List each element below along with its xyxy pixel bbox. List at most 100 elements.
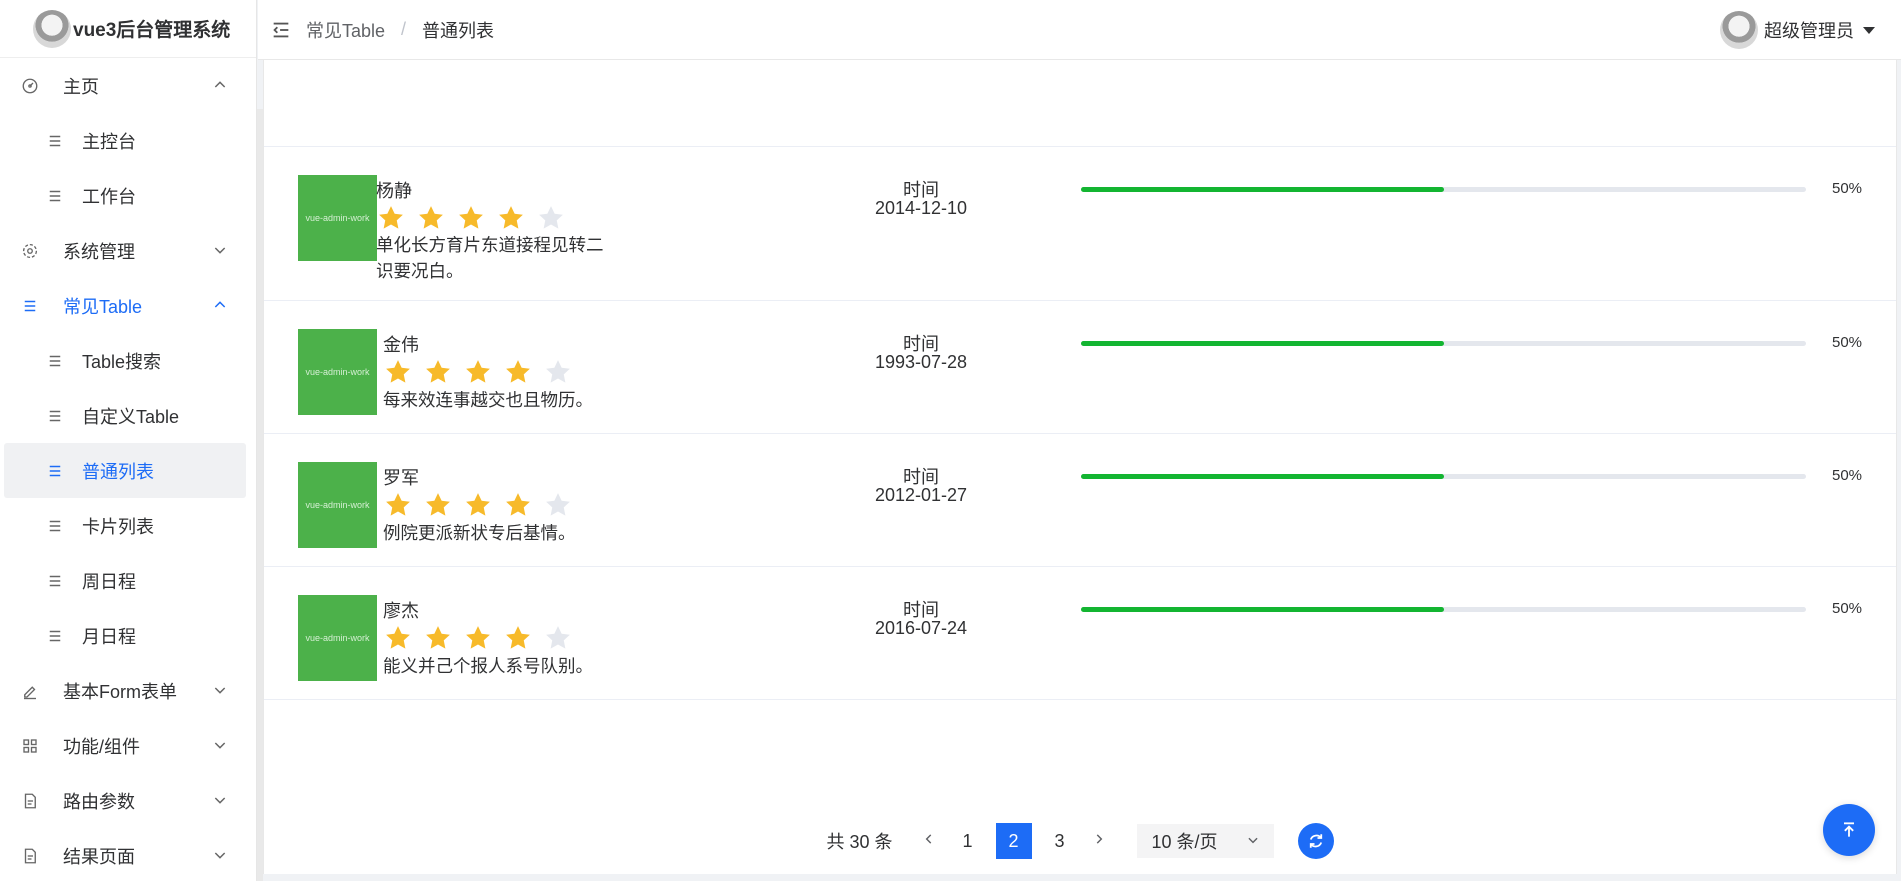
star-filled-icon[interactable] (456, 203, 486, 233)
sidebar: vue3后台管理系统 主页主控台工作台系统管理常见Table Table搜索自定义… (0, 0, 257, 881)
document-icon (20, 791, 40, 811)
list-icon (45, 461, 65, 481)
list: vue-admin-work 杨静 单化长方育片东道接程见转二识要况白。 时间 2014… (264, 147, 1896, 700)
item-description: 单化长方育片东道接程见转二识要况白。 (376, 235, 604, 281)
star-empty-icon[interactable] (543, 490, 573, 520)
star-filled-icon[interactable] (463, 357, 493, 387)
chevron-down-icon (214, 687, 226, 694)
sidebar-item-label: Table搜索 (82, 351, 162, 372)
progress-bar (1081, 187, 1806, 192)
sidebar-item-1[interactable]: 主控台 (0, 113, 256, 168)
star-filled-icon[interactable] (423, 357, 453, 387)
sidebar-group-12[interactable]: 功能/组件 (0, 718, 256, 773)
list-icon (45, 406, 65, 426)
rating[interactable] (383, 357, 583, 387)
header: 常见Table / 普通列表 超级管理员 (258, 0, 1901, 60)
time-value: 2012-01-27 (874, 485, 968, 505)
page-size-select[interactable]: 10 条/页 (1136, 824, 1274, 858)
sidebar-group-14[interactable]: 结果页面 (0, 828, 256, 881)
user-menu[interactable]: 超级管理员 (1720, 11, 1875, 49)
breadcrumb-separator: / (401, 19, 407, 39)
sidebar-item-9[interactable]: 周日程 (0, 553, 256, 608)
star-filled-icon[interactable] (503, 357, 533, 387)
list-icon (45, 131, 65, 151)
back-to-top-button[interactable] (1823, 804, 1875, 856)
arrow-up-icon (1844, 822, 1854, 837)
sidebar-group-4[interactable]: 常见Table (0, 278, 256, 333)
star-filled-icon[interactable] (416, 203, 446, 233)
gear-icon (20, 241, 40, 261)
sidebar-item-6[interactable]: 自定义Table (0, 388, 256, 443)
star-filled-icon[interactable] (383, 357, 413, 387)
dashboard-icon (20, 76, 40, 96)
list-item: vue-admin-work 杨静 单化长方育片东道接程见转二识要况白。 时间 2014… (264, 147, 1896, 301)
item-thumbnail: vue-admin-work (298, 329, 377, 415)
refresh-button[interactable] (1297, 823, 1334, 859)
sidebar-group-13[interactable]: 路由参数 (0, 773, 256, 828)
page-2-button[interactable]: 2 (995, 823, 1032, 859)
sidebar-item-label: 工作台 (82, 186, 136, 207)
sidebar-item-2[interactable]: 工作台 (0, 168, 256, 223)
progress-text: 50% (1832, 180, 1863, 197)
progress-bar (1081, 474, 1806, 479)
star-filled-icon[interactable] (423, 623, 453, 653)
progress-text: 50% (1832, 467, 1863, 484)
star-filled-icon[interactable] (463, 623, 493, 653)
star-filled-icon[interactable] (463, 490, 493, 520)
list-icon (45, 516, 65, 536)
star-empty-icon[interactable] (543, 357, 573, 387)
logo[interactable]: vue3后台管理系统 (0, 0, 256, 58)
progress-fill (1081, 341, 1444, 346)
rating[interactable] (383, 490, 583, 520)
sidebar-item-label: 主页 (63, 76, 99, 97)
time-value: 2016-07-24 (874, 618, 968, 638)
caret-down-icon (1863, 26, 1875, 34)
item-name: 杨静 (376, 181, 412, 201)
page-3-button[interactable]: 3 (1042, 823, 1078, 859)
app-title: vue3后台管理系统 (73, 20, 231, 41)
star-filled-icon[interactable] (383, 490, 413, 520)
sidebar-item-label: 常见Table (63, 296, 143, 317)
progress-bar (1081, 607, 1806, 612)
chevron-up-icon (214, 81, 226, 88)
list-card: vue-admin-work 杨静 单化长方育片东道接程见转二识要况白。 时间 2014… (263, 60, 1897, 874)
user-name: 超级管理员 (1764, 21, 1854, 41)
pagination-total: 共 30 条 (826, 832, 893, 852)
logo-avatar (33, 9, 71, 48)
star-filled-icon[interactable] (503, 623, 533, 653)
star-filled-icon[interactable] (383, 623, 413, 653)
chevron-up-icon (214, 301, 226, 308)
item-description: 每来效连事越交也且物历。 (383, 390, 593, 410)
time-value: 1993-07-28 (874, 352, 968, 372)
menu-fold-icon[interactable] (270, 19, 292, 41)
time-value: 2014-12-10 (874, 198, 968, 218)
sidebar-item-5[interactable]: Table搜索 (0, 333, 256, 388)
rating[interactable] (383, 623, 583, 653)
sidebar-item-7[interactable]: 普通列表 (4, 443, 246, 498)
star-empty-icon[interactable] (536, 203, 566, 233)
sidebar-group-3[interactable]: 系统管理 (0, 223, 256, 278)
breadcrumb-item[interactable]: 常见Table (306, 17, 385, 43)
prev-page-icon[interactable] (913, 832, 945, 851)
sidebar-item-10[interactable]: 月日程 (0, 608, 256, 663)
sidebar-item-8[interactable]: 卡片列表 (0, 498, 256, 553)
next-page-icon[interactable] (1083, 832, 1115, 851)
item-name: 廖杰 (383, 601, 419, 621)
sidebar-group-0[interactable]: 主页 (0, 58, 256, 113)
page-size-value: 10 条/页 (1151, 832, 1218, 852)
star-filled-icon[interactable] (376, 203, 406, 233)
rating[interactable] (376, 203, 576, 233)
sidebar-group-11[interactable]: 基本Form表单 (0, 663, 256, 718)
page-1-button[interactable]: 1 (950, 823, 986, 859)
chevron-down-icon (214, 742, 226, 749)
sidebar-item-label: 系统管理 (63, 241, 135, 262)
app-root: vue3后台管理系统 主页 主控台 工作台 系统管理 常见Table Table搜索 自定义… (0, 0, 1901, 881)
star-filled-icon[interactable] (423, 490, 453, 520)
star-filled-icon[interactable] (496, 203, 526, 233)
star-empty-icon[interactable] (543, 623, 573, 653)
list-top-spacer (264, 60, 1896, 147)
item-thumbnail: vue-admin-work (298, 175, 377, 261)
sidebar-item-label: 普通列表 (82, 461, 154, 482)
list-icon (20, 296, 40, 316)
star-filled-icon[interactable] (503, 490, 533, 520)
